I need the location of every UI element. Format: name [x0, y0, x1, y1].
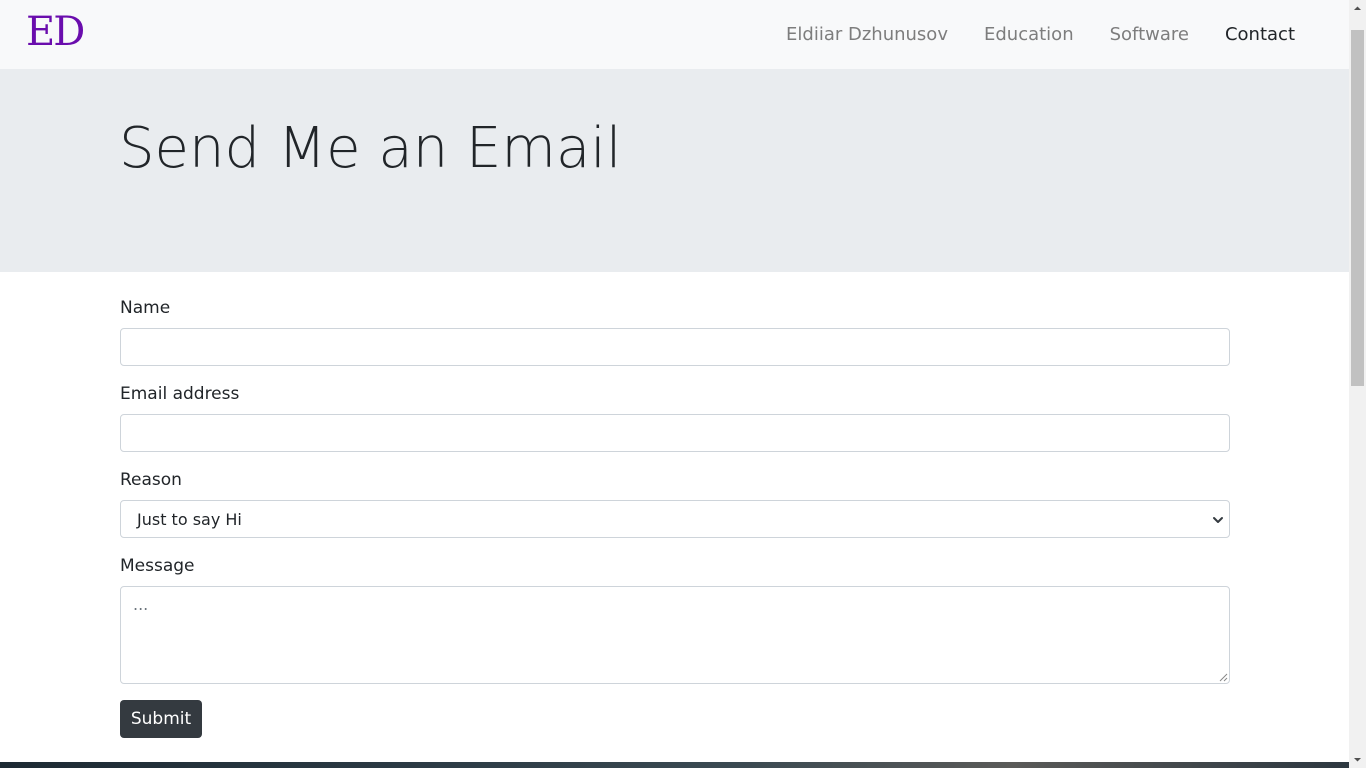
scroll-down-icon[interactable] — [1353, 755, 1362, 764]
email-label: Email address — [120, 384, 240, 404]
submit-button[interactable]: Submit — [120, 700, 202, 738]
reason-selected-value: Just to say Hi — [137, 510, 242, 529]
hero-banner: Send Me an Email — [0, 69, 1349, 272]
nav-link-software[interactable]: Software — [1110, 22, 1189, 48]
scroll-thumb[interactable] — [1351, 30, 1364, 386]
name-label: Name — [120, 298, 171, 318]
email-input[interactable] — [120, 414, 1230, 452]
scroll-up-icon[interactable] — [1353, 4, 1362, 13]
page: ED Eldiiar Dzhunusov Education Software … — [0, 0, 1349, 768]
brand-logo[interactable]: ED — [26, 8, 85, 56]
reason-select[interactable]: Just to say Hi — [120, 500, 1230, 538]
page-scrollbar[interactable] — [1349, 0, 1366, 768]
message-textarea[interactable] — [120, 586, 1230, 684]
chevron-down-icon — [1213, 517, 1223, 523]
name-input[interactable] — [120, 328, 1230, 366]
nav-link-education[interactable]: Education — [984, 22, 1074, 48]
nav-link-home[interactable]: Eldiiar Dzhunusov — [786, 22, 948, 48]
next-section-image — [0, 762, 1349, 768]
resize-grip-icon[interactable] — [1218, 672, 1228, 682]
nav-link-contact[interactable]: Contact — [1225, 22, 1295, 48]
nav-links: Eldiiar Dzhunusov Education Software Con… — [786, 22, 1295, 48]
reason-label: Reason — [120, 470, 182, 490]
navbar: ED Eldiiar Dzhunusov Education Software … — [0, 0, 1349, 69]
message-label: Message — [120, 556, 195, 576]
page-title: Send Me an Email — [119, 116, 622, 181]
